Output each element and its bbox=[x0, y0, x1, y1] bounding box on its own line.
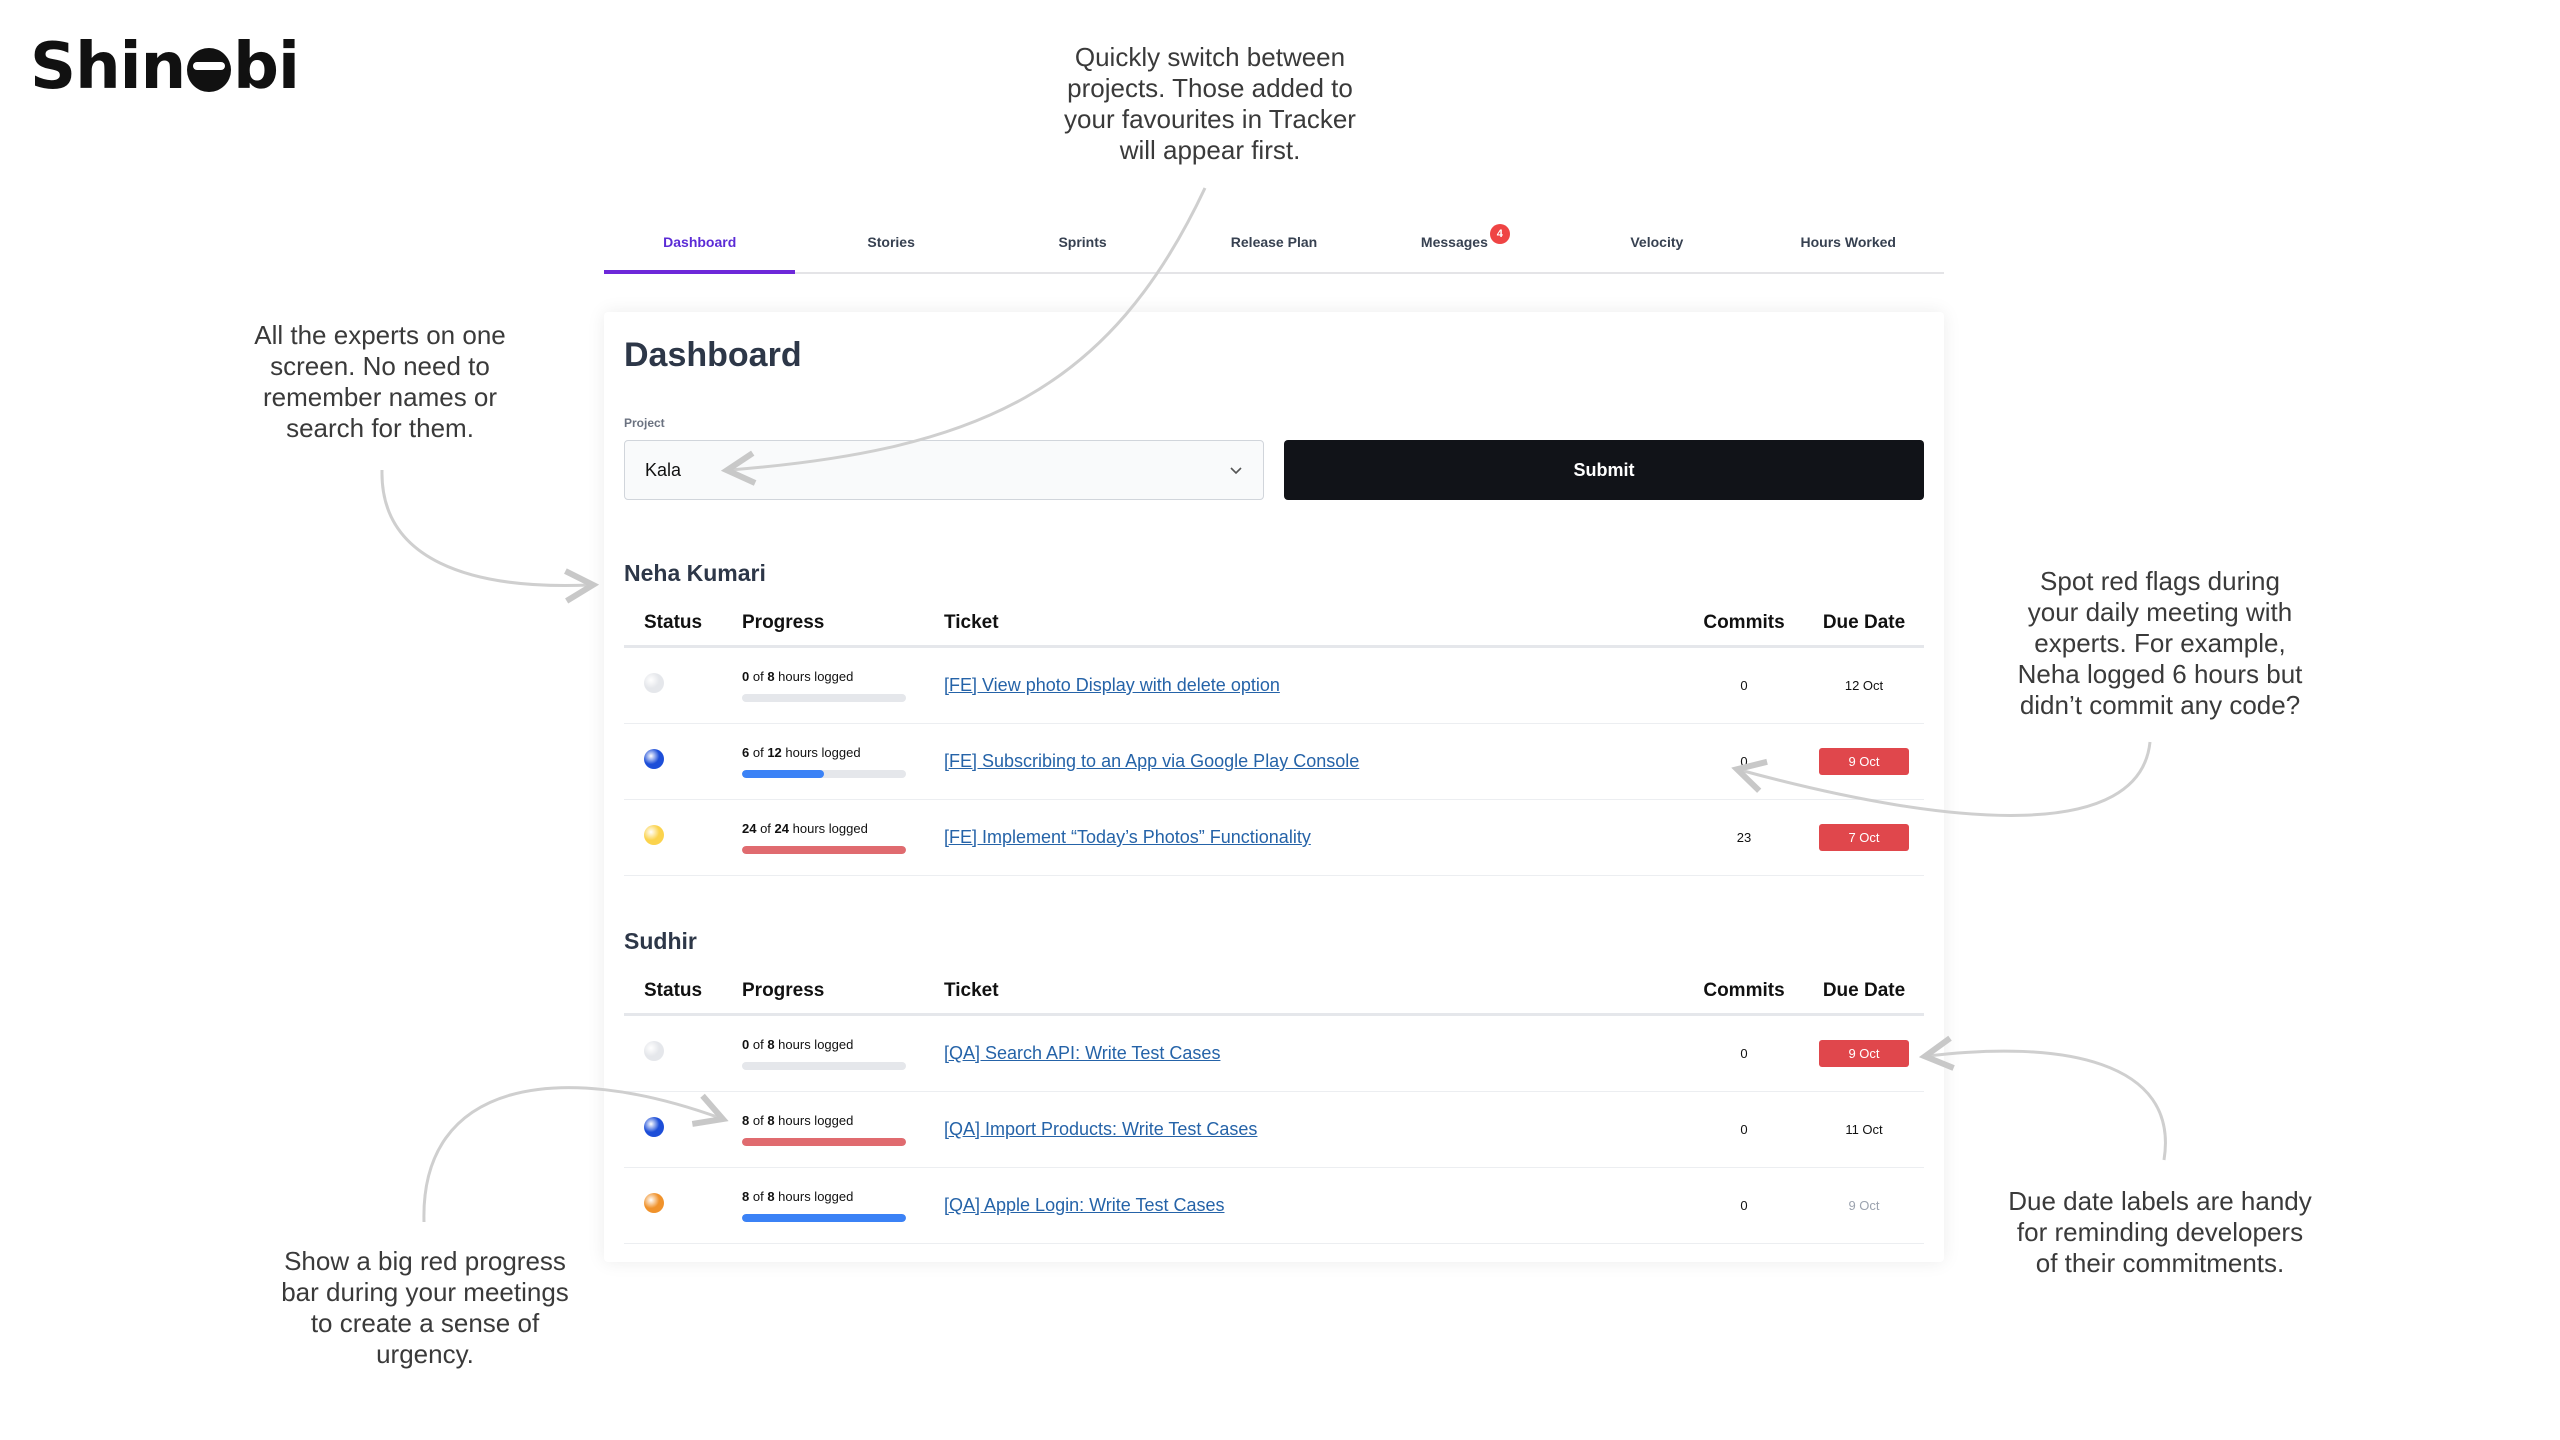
annotation-arrows bbox=[380, 187, 2167, 1223]
arrow-progress-bar bbox=[422, 1086, 720, 1223]
arrow-due-dates bbox=[1928, 1051, 2167, 1161]
arrow-projects bbox=[730, 187, 1207, 470]
arrow-experts bbox=[380, 469, 590, 586]
arrow-red-flags bbox=[1740, 741, 2152, 817]
